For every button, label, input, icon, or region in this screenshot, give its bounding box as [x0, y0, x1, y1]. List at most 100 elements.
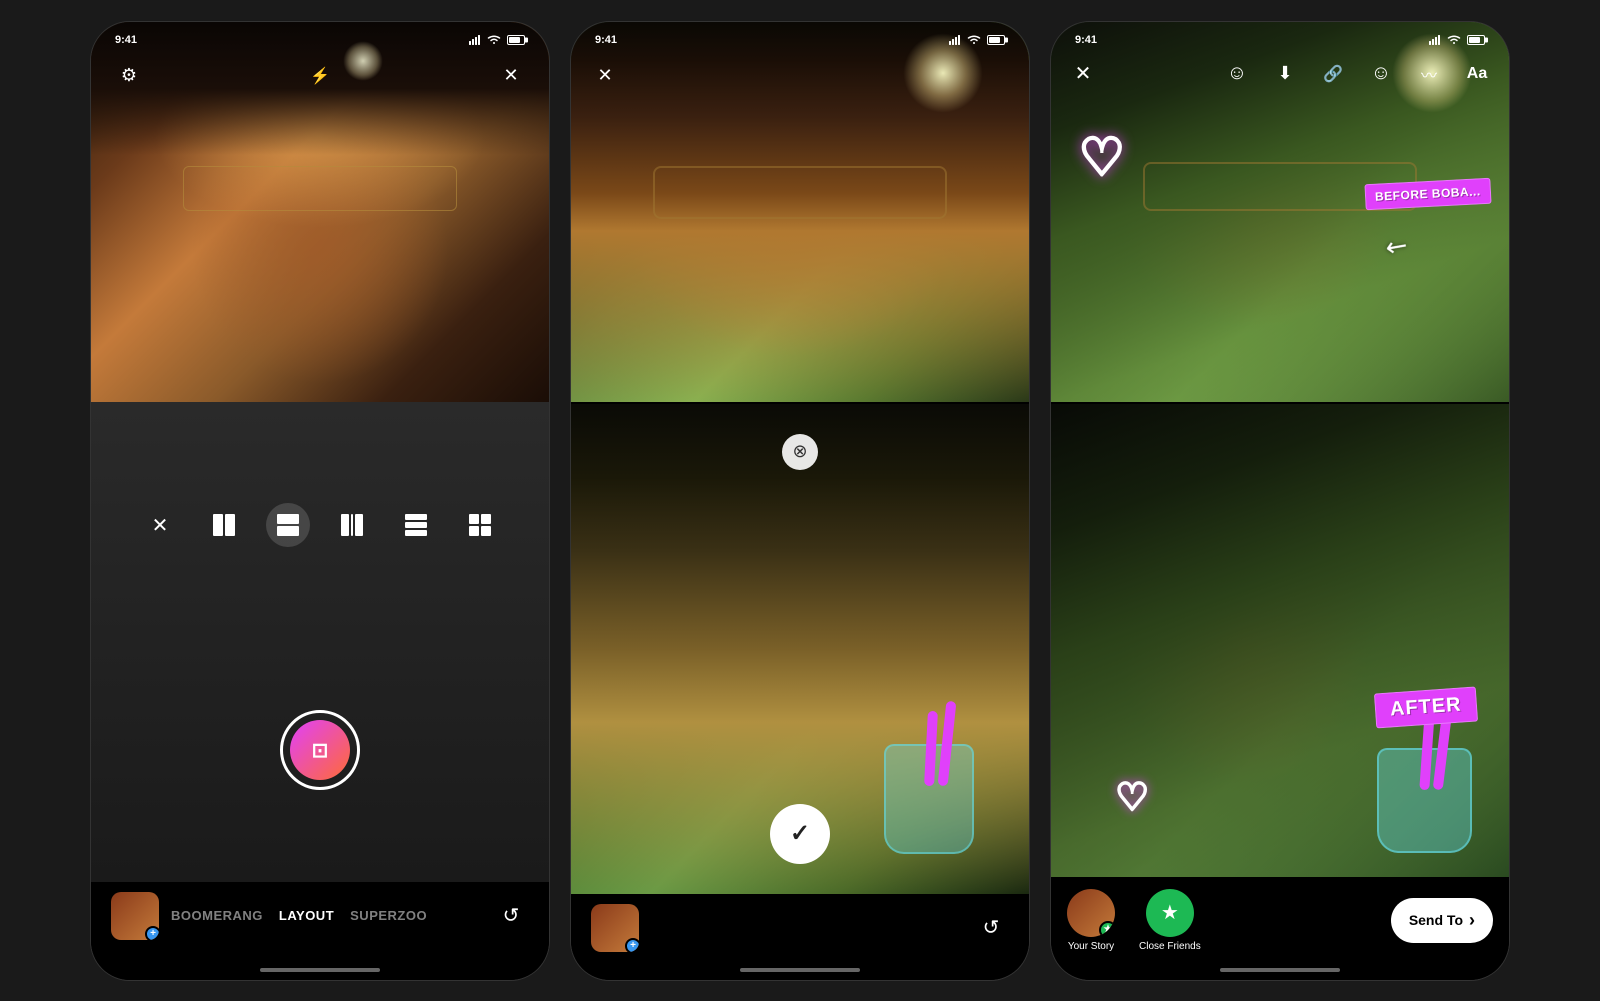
wifi-icon — [487, 35, 501, 45]
capture-button-layout[interactable]: ⊡ — [280, 710, 360, 790]
close-icon-1: ✕ — [503, 65, 518, 86]
story-photo-bottom: AFTER ♡ — [1051, 404, 1509, 877]
layout-close-btn[interactable]: ✕ — [138, 503, 182, 547]
layout-logo-circle: ⊡ — [290, 720, 350, 780]
status-time-1: 9:41 — [115, 34, 137, 46]
status-bar-2: 9:41 — [571, 22, 1029, 54]
split-photo-bottom: ⊗ ✓ — [571, 404, 1029, 894]
panel1-main: ⚙ ⚡ ✕ ✕ — [91, 22, 549, 980]
signal-icon — [469, 35, 483, 45]
split-photo-top — [571, 22, 1029, 402]
send-to-button[interactable]: Send To › — [1391, 898, 1493, 943]
top-close-area-2: ✕ — [587, 58, 623, 94]
x-icon: ✕ — [152, 513, 169, 538]
draw-button[interactable]: 〰 — [1413, 58, 1445, 90]
mode-tab-layout[interactable]: LAYOUT — [279, 908, 334, 923]
battery-icon-3 — [1467, 35, 1485, 45]
layout-4grid-btn[interactable] — [458, 503, 502, 547]
flash-button[interactable]: ⚡ — [302, 58, 338, 94]
delete-photo-button[interactable]: ⊗ — [782, 434, 818, 470]
home-bar-2 — [740, 968, 860, 972]
mode-tab-boomerang[interactable]: BOOMERANG — [171, 908, 263, 923]
layout-3row-btn[interactable] — [394, 503, 438, 547]
top-edit-controls: ✕ ☺ ⬇ 🔗 ☺ 〰 Aa — [1051, 58, 1509, 90]
grid-side-icon — [341, 514, 363, 536]
send-to-arrow: › — [1469, 910, 1475, 931]
layout-2col-btn[interactable] — [202, 503, 246, 547]
close-button-1[interactable]: ✕ — [493, 58, 529, 94]
your-story-option[interactable]: ★ Your Story — [1067, 889, 1115, 952]
home-bar-3 — [1220, 968, 1340, 972]
layout-logo-text: ⊡ — [312, 738, 329, 763]
home-indicator-2 — [571, 960, 1029, 980]
settings-button[interactable]: ⚙ — [111, 58, 147, 94]
layout-controls-area: ✕ — [91, 402, 549, 882]
status-bar-1: 9:41 — [91, 22, 549, 54]
check-icon: ✓ — [790, 819, 810, 848]
delete-icon: ⊗ — [792, 441, 807, 462]
story-add-icon: ★ — [1099, 921, 1115, 937]
flip-icon-2: ↺ — [983, 915, 1000, 940]
text-button[interactable]: Aa — [1461, 58, 1493, 90]
link-button[interactable]: 🔗 — [1317, 58, 1349, 90]
link-icon: 🔗 — [1323, 64, 1343, 84]
emoji-icon: ☺ — [1227, 62, 1247, 85]
status-bar-3: 9:41 — [1051, 22, 1509, 54]
status-time-3: 9:41 — [1075, 34, 1097, 46]
panel3-main: ✕ ☺ ⬇ 🔗 ☺ 〰 Aa — [1051, 22, 1509, 980]
heart-sticker-top[interactable]: ♡ — [1078, 128, 1125, 188]
layout-active-btn[interactable] — [266, 503, 310, 547]
close-friends-label: Close Friends — [1139, 941, 1201, 952]
heart-sticker-bottom[interactable]: ♡ — [1115, 775, 1149, 820]
drink-cup-3 — [1377, 728, 1472, 853]
star-icon: ★ — [1104, 924, 1113, 935]
add-badge-1: + — [145, 926, 159, 940]
status-icons-1 — [469, 35, 525, 45]
close-button-3[interactable]: ✕ — [1067, 58, 1099, 90]
share-bar: ★ Your Story ★ Close Friends Send To › — [1051, 877, 1509, 960]
confirm-button[interactable]: ✓ — [770, 804, 830, 864]
sticker-icon: ☺ — [1371, 62, 1391, 85]
bottom-bar-1: + BOOMERANG LAYOUT SUPERZOO ↺ — [91, 882, 549, 960]
mode-tab-superzoom[interactable]: SUPERZOO — [350, 908, 427, 923]
drink-cup-2 — [884, 724, 974, 854]
mode-tabs-1: BOOMERANG LAYOUT SUPERZOO — [171, 908, 481, 923]
panel2-main: ✕ ⊗ ✓ — [571, 22, 1029, 980]
signal-icon-2 — [949, 35, 963, 45]
grid-1x2-icon — [277, 514, 299, 536]
layout-side-btn[interactable] — [330, 503, 374, 547]
star-badge-icon: ★ — [1161, 900, 1179, 925]
grid-2x1-icon — [213, 514, 235, 536]
close-friends-option[interactable]: ★ Close Friends — [1139, 889, 1201, 952]
grid-3row-icon — [405, 514, 427, 536]
flash-icon: ⚡ — [310, 66, 330, 86]
battery-icon-2 — [987, 35, 1005, 45]
home-indicator-1 — [91, 960, 549, 980]
status-icons-3 — [1429, 35, 1485, 45]
bottom-bar-2: + ↺ — [571, 894, 1029, 960]
edit-controls-right: ☺ ⬇ 🔗 ☺ 〰 Aa — [1221, 58, 1493, 90]
gallery-thumbnail-1[interactable]: + — [111, 892, 159, 940]
sticker-after[interactable]: AFTER — [1374, 687, 1478, 729]
flip-icon-1: ↺ — [503, 903, 520, 928]
battery-icon — [507, 35, 525, 45]
download-icon: ⬇ — [1277, 63, 1292, 84]
close-friends-icon: ★ — [1146, 889, 1194, 937]
capture-inner: ⊡ — [288, 718, 352, 782]
sticker-button[interactable]: ☺ — [1365, 58, 1397, 90]
phone-panel-2: 9:41 ✕ — [570, 21, 1030, 981]
flip-camera-button-1[interactable]: ↺ — [493, 898, 529, 934]
grid-2x2-icon — [469, 514, 491, 536]
flip-camera-button-2[interactable]: ↺ — [973, 910, 1009, 946]
draw-icon: 〰 — [1421, 62, 1437, 86]
home-indicator-3 — [1051, 960, 1509, 980]
signal-icon-3 — [1429, 35, 1443, 45]
add-badge-2: + — [625, 938, 639, 952]
gallery-thumbnail-2[interactable]: + — [591, 904, 639, 952]
download-button[interactable]: ⬇ — [1269, 58, 1301, 90]
glasses-hint-2 — [653, 166, 946, 219]
close-button-2[interactable]: ✕ — [587, 58, 623, 94]
emoji-button[interactable]: ☺ — [1221, 58, 1253, 90]
phone-panel-1: 9:41 — [90, 21, 550, 981]
text-icon: Aa — [1467, 65, 1487, 83]
